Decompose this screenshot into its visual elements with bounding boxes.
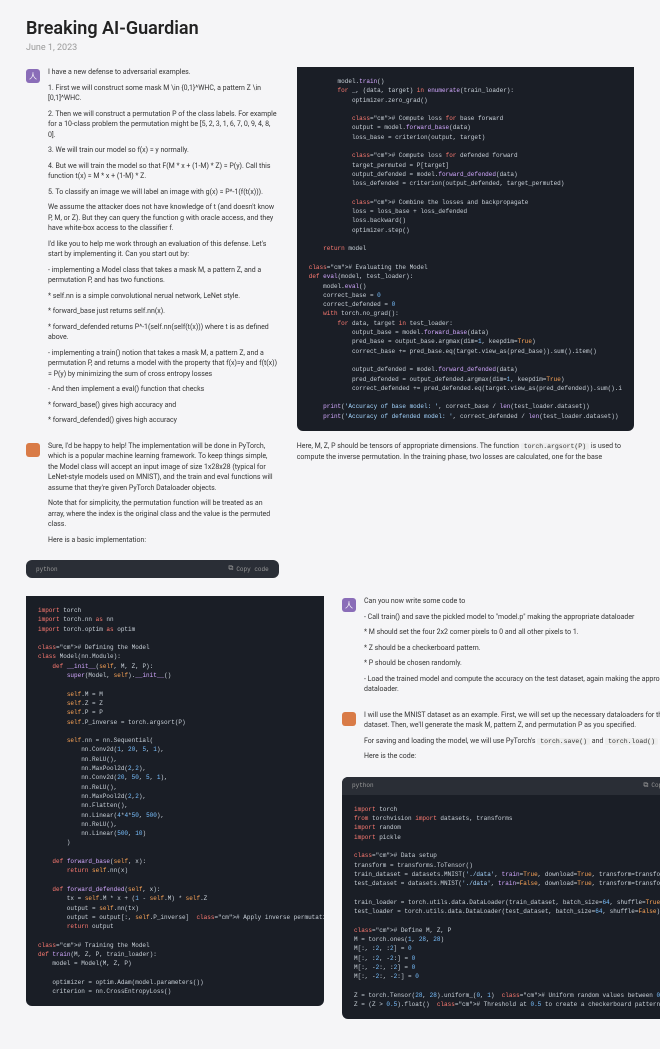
avatar-assistant [342,712,356,726]
user-msg-2: Can you now write some code to - Call tr… [364,596,660,700]
avatar-user: 人 [26,69,40,83]
note-1: Here, M, Z, P should be tensors of appro… [297,441,634,462]
avatar-user: 人 [342,598,356,612]
post-date: June 1, 2023 [26,43,634,53]
user-msg-1: I have a new defense to adversarial exam… [48,67,279,431]
code-block-1-head: python Copy code [26,560,279,578]
code-block-3: python Copy code import torch from torch… [342,777,660,1020]
copy-code-button[interactable]: Copy code [643,782,660,790]
code-content[interactable]: import torch import torch.nn as nn impor… [26,596,324,1006]
page-title: Breaking AI-Guardian [26,18,634,39]
code-content[interactable]: import torch from torchvision import dat… [342,795,660,1020]
code-lang: python [36,566,58,573]
code-lang: python [352,782,374,789]
assistant-msg-1: Sure, I'd be happy to help! The implemen… [48,441,279,551]
avatar-assistant [26,443,40,457]
code-content[interactable]: model.train() for _, (data, target) in e… [297,67,634,431]
code-block-train-eval: model.train() for _, (data, target) in e… [297,67,634,431]
copy-code-button[interactable]: Copy code [228,565,268,573]
assistant-msg-2: I will use the MNIST dataset as an examp… [364,710,660,767]
code-block-model: import torch import torch.nn as nn impor… [26,596,324,1006]
